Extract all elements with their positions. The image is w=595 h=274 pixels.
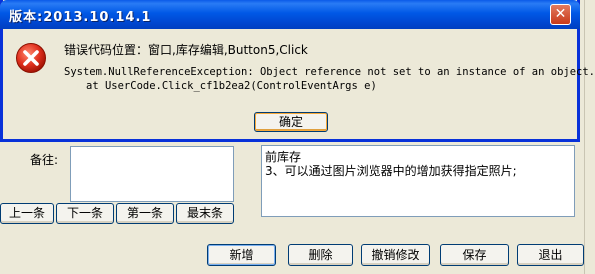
right-scroll-strip [584, 0, 595, 274]
exit-button[interactable]: 退出 [517, 244, 584, 266]
hint-line: 3、可以通过图片浏览器中的增加获得指定照片; [265, 164, 517, 178]
error-icon [16, 43, 46, 73]
exception-message: System.NullReferenceException: Object re… [64, 66, 595, 78]
error-dialog: 版本:2013.10.14.1 ✕ 错误代码位置：窗口,库存编辑,Button5… [0, 0, 595, 142]
delete-button[interactable]: 删除 [288, 244, 353, 266]
dialog-titlebar[interactable]: 版本:2013.10.14.1 ✕ [0, 0, 580, 29]
undo-changes-button[interactable]: 撤销修改 [361, 244, 430, 266]
close-icon: ✕ [554, 6, 567, 22]
dialog-title: 版本:2013.10.14.1 [9, 10, 152, 25]
first-record-button[interactable]: 第一条 [116, 203, 174, 224]
ok-button[interactable]: 确定 [254, 112, 328, 132]
prev-record-button[interactable]: 上一条 [0, 203, 54, 224]
error-location-text: 错误代码位置：窗口,库存编辑,Button5,Click [64, 43, 308, 57]
close-button[interactable]: ✕ [550, 4, 571, 25]
add-button[interactable]: 新增 [207, 244, 276, 266]
save-button[interactable]: 保存 [440, 244, 509, 266]
next-record-button[interactable]: 下一条 [56, 203, 114, 224]
stack-trace-line: at UserCode.Click_cf1b2ea2(ControlEventA… [86, 80, 377, 92]
last-record-button[interactable]: 最末条 [176, 203, 234, 224]
notes-label: 备往: [30, 153, 59, 167]
notes-textarea[interactable] [70, 146, 234, 202]
hint-text-box[interactable]: 前库存 3、可以通过图片浏览器中的增加获得指定照片; [261, 145, 575, 217]
